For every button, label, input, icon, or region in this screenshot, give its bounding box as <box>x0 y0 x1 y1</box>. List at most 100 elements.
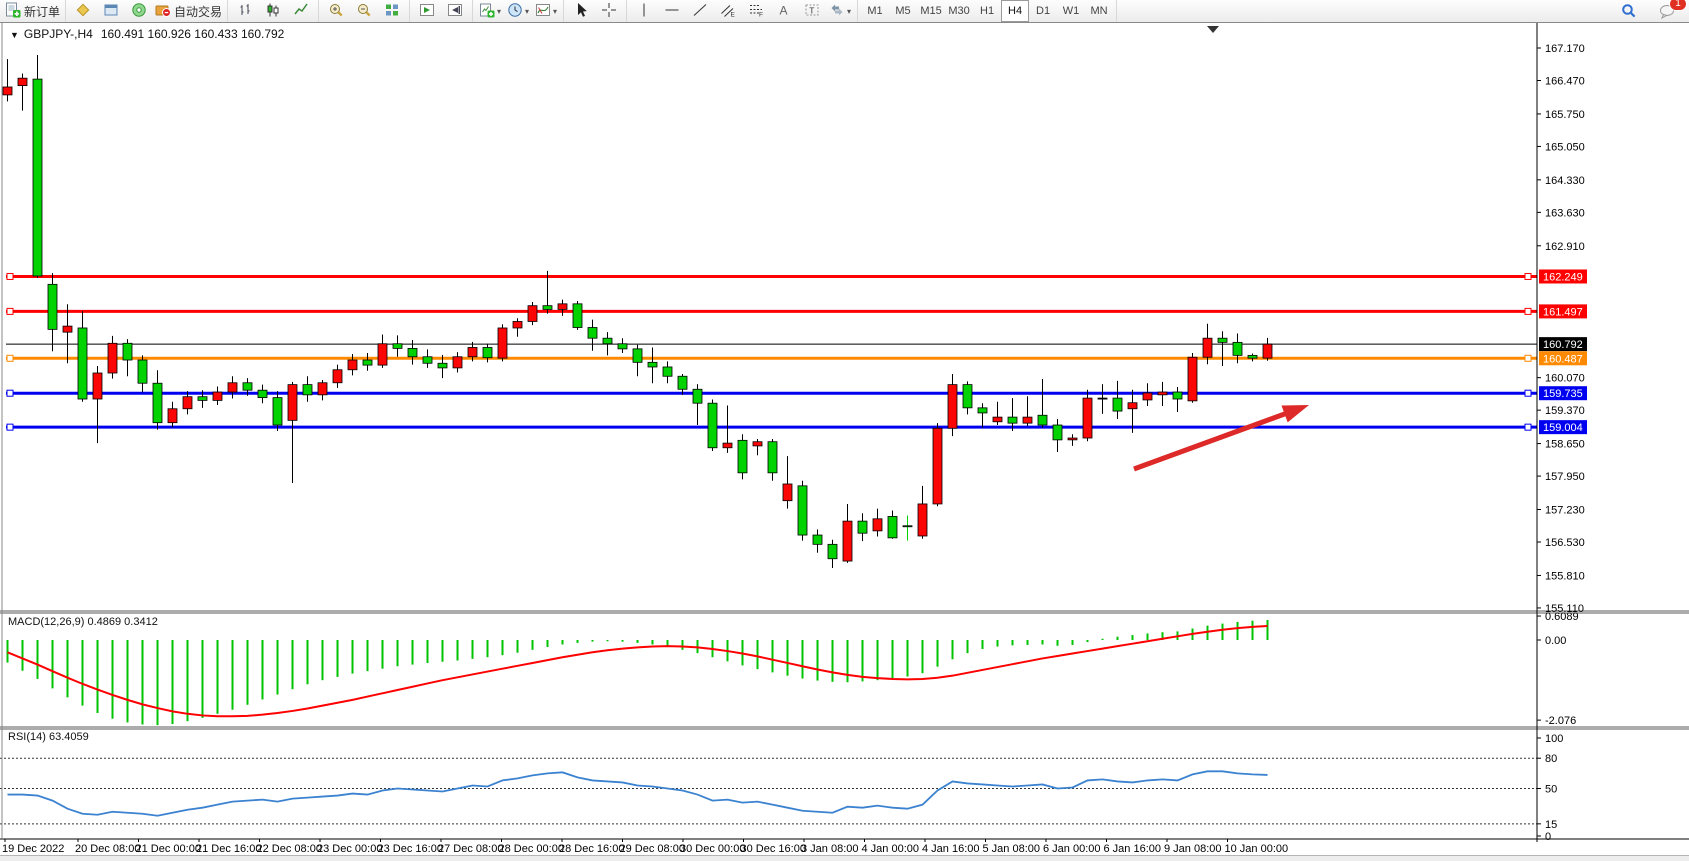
timeframe-m15[interactable]: M15 <box>917 0 945 22</box>
candle-body <box>78 328 87 399</box>
price-tag-label: 159.004 <box>1543 422 1583 434</box>
market-watch-button[interactable] <box>97 1 125 21</box>
fibonacci-tool-button[interactable]: F <box>742 1 770 21</box>
price-tick-label: 165.050 <box>1545 141 1585 153</box>
price-tick-label: 158.650 <box>1545 439 1585 451</box>
symbol-dropdown-icon[interactable]: ▼ <box>10 30 19 40</box>
candle-body <box>798 486 807 535</box>
line-handle[interactable] <box>1525 390 1531 396</box>
timeframe-m5[interactable]: M5 <box>889 0 917 22</box>
toolbar-group-0: 新订单 <box>0 0 66 22</box>
candle-body <box>558 304 567 310</box>
timeframe-m30[interactable]: M30 <box>945 0 973 22</box>
rsi-scale-label: 15 <box>1545 819 1557 831</box>
line-handle[interactable] <box>7 355 13 361</box>
price-tag-label: 159.735 <box>1543 388 1583 400</box>
chart-shift-marker[interactable] <box>1207 26 1219 33</box>
line-handle[interactable] <box>1525 308 1531 314</box>
timeframe-h1[interactable]: H1 <box>973 0 1001 22</box>
label-tool-button[interactable]: T <box>798 1 826 21</box>
zoom-out-button[interactable] <box>350 1 378 21</box>
price-tag-label: 160.487 <box>1543 353 1583 365</box>
zoom-in-button[interactable] <box>322 1 350 21</box>
line-handle[interactable] <box>7 273 13 279</box>
horizontal-lines-layer[interactable] <box>6 273 1537 430</box>
timeframe-d1[interactable]: D1 <box>1029 0 1057 22</box>
trend-arrow-head[interactable] <box>1281 405 1309 422</box>
new-order-button[interactable]: 新订单 <box>3 1 62 21</box>
periods-button[interactable]: ▾ <box>504 1 532 21</box>
candle-body <box>1218 338 1227 342</box>
candle-body <box>678 376 687 389</box>
crosshair-tool-button[interactable] <box>595 1 623 21</box>
text-tool-button[interactable]: A <box>770 1 798 21</box>
time-tick-label: 4 Jan 16:00 <box>922 843 980 855</box>
cursor-tool-button[interactable] <box>567 1 595 21</box>
auto-scroll-button[interactable] <box>413 1 441 21</box>
candle-body <box>1008 417 1017 423</box>
time-tick-label: 3 Jan 08:00 <box>801 843 859 855</box>
tile-windows-button[interactable] <box>378 1 406 21</box>
cursor-icon <box>573 2 589 21</box>
line-handle[interactable] <box>1525 424 1531 430</box>
bars-icon <box>237 2 253 21</box>
price-tick-label: 163.630 <box>1545 207 1585 219</box>
candle-body <box>423 357 432 364</box>
line-handle[interactable] <box>1525 355 1531 361</box>
candle-body <box>753 442 762 446</box>
line-handle[interactable] <box>7 424 13 430</box>
candle-body <box>1083 398 1092 438</box>
zoom-in-icon <box>328 2 344 21</box>
price-tick-label: 167.170 <box>1545 43 1585 55</box>
new-chart-button[interactable]: ▾ <box>476 1 504 21</box>
chart-shift-button[interactable] <box>441 1 469 21</box>
candle-body <box>993 417 1002 422</box>
timeframe-w1[interactable]: W1 <box>1057 0 1085 22</box>
price-tag-label: 160.792 <box>1543 339 1583 351</box>
notifications-button[interactable]: 1 <box>1653 1 1681 21</box>
line-handle[interactable] <box>7 308 13 314</box>
chart-prev-icon <box>447 2 463 21</box>
time-tick-label: 6 Jan 16:00 <box>1104 843 1162 855</box>
rsi-line <box>8 771 1268 815</box>
candle-body <box>138 360 147 383</box>
timeframe-m1[interactable]: M1 <box>861 0 889 22</box>
candle-body <box>603 338 612 344</box>
arrow-annotation[interactable] <box>1134 405 1309 469</box>
timeframe-group: M1M5M15M30H1H4D1W1MN <box>858 0 1117 22</box>
panel-separators[interactable] <box>0 611 1689 729</box>
signals-button[interactable] <box>125 1 153 21</box>
price-tick-label: 164.330 <box>1545 175 1585 187</box>
candle-body <box>93 373 102 399</box>
line-handle[interactable] <box>7 390 13 396</box>
charts-group-button[interactable] <box>69 1 97 21</box>
ohlc-values: 160.491 160.926 160.433 160.792 <box>101 27 285 41</box>
vline-tool-button[interactable] <box>630 1 658 21</box>
candle-body <box>48 284 57 329</box>
bar-chart-mode-button[interactable] <box>231 1 259 21</box>
chart-canvas[interactable]: 167.170166.470165.750165.050164.330163.6… <box>0 23 1689 861</box>
line-handle[interactable] <box>1525 273 1531 279</box>
macd-layer <box>8 620 1268 725</box>
candle-body <box>918 504 927 536</box>
chart-window[interactable]: ▼GBPJPY-,H4160.491 160.926 160.433 160.7… <box>0 22 1689 861</box>
candle-chart-mode-button[interactable] <box>259 1 287 21</box>
trend-arrow-shaft[interactable] <box>1134 412 1290 469</box>
templates-button[interactable]: ▾ <box>532 1 560 21</box>
auto-trading-button[interactable]: 自动交易 <box>153 1 224 21</box>
timeframe-mn[interactable]: MN <box>1085 0 1113 22</box>
candle-body <box>3 87 12 95</box>
channel-tool-button[interactable]: E <box>714 1 742 21</box>
hline-tool-button[interactable] <box>658 1 686 21</box>
toolbar-group-5: ▾▾▾ <box>473 0 564 22</box>
line-chart-mode-button[interactable] <box>287 1 315 21</box>
price-tick-label: 165.750 <box>1545 109 1585 121</box>
timeframe-h4[interactable]: H4 <box>1001 0 1029 22</box>
trendline-tool-button[interactable] <box>686 1 714 21</box>
candle-body <box>663 367 672 376</box>
candle-body <box>303 385 312 395</box>
arrows-tool-button[interactable]: ▾ <box>826 1 854 21</box>
search-icon[interactable] <box>1615 1 1643 21</box>
candle-body <box>1188 357 1197 401</box>
candle-body <box>828 544 837 558</box>
